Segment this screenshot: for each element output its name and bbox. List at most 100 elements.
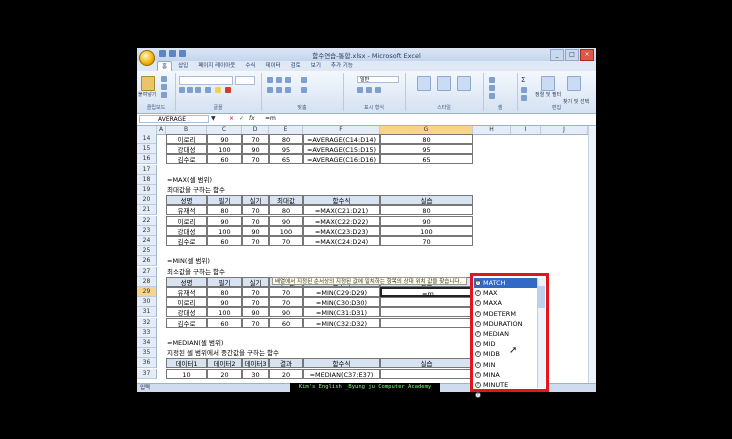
cell-E16[interactable]: 65 — [269, 154, 303, 165]
cell-B34[interactable]: =MEDIAN(셀 범위) — [166, 338, 366, 348]
cell-D16[interactable]: 70 — [242, 154, 269, 165]
cell-G29[interactable]: =m — [380, 287, 473, 298]
cell-C31[interactable]: 100 — [207, 307, 242, 318]
autocomplete-scrollbar[interactable] — [537, 278, 545, 388]
cell-D32[interactable]: 70 — [242, 317, 269, 328]
row-header-35[interactable]: 35 — [137, 348, 157, 359]
row-header-26[interactable]: 26 — [137, 256, 157, 267]
cell-E32[interactable]: 60 — [269, 317, 303, 328]
cell-G22[interactable]: 90 — [380, 215, 473, 226]
row-header-20[interactable]: 20 — [137, 195, 157, 206]
cell-G23[interactable]: 100 — [380, 225, 473, 236]
cell-F36[interactable]: 함수식 — [303, 358, 380, 369]
row-header-14[interactable]: 14 — [137, 134, 157, 144]
autocomplete-item[interactable]: f MDETERM — [474, 309, 540, 319]
bold-icon[interactable] — [179, 87, 185, 93]
cell-G21[interactable]: 80 — [380, 205, 473, 216]
cell-F21[interactable]: =MAX(C21:D21) — [303, 205, 380, 216]
column-header-A[interactable]: A — [157, 126, 166, 134]
conditional-format-icon[interactable] — [417, 76, 431, 91]
autocomplete-item[interactable]: f MIN — [474, 360, 540, 370]
column-header-J[interactable]: J — [541, 126, 588, 134]
font-size-select[interactable] — [235, 76, 255, 85]
row-header-25[interactable]: 25 — [137, 246, 157, 257]
merge-center-icon[interactable] — [301, 87, 307, 93]
cell-B14[interactable]: 이로리 — [166, 134, 207, 144]
cell-B36[interactable]: 데이터1 — [166, 358, 207, 369]
autocomplete-item[interactable]: f MDURATION — [474, 319, 540, 329]
cell-E15[interactable]: 95 — [269, 144, 303, 155]
autocomplete-item[interactable]: f MINVERSE — [474, 390, 540, 400]
comma-icon[interactable] — [375, 87, 381, 93]
cell-C36[interactable]: 데이터2 — [207, 358, 242, 369]
cell-G15[interactable]: 95 — [380, 144, 473, 155]
align-top-icon[interactable] — [267, 77, 273, 83]
cell-D15[interactable]: 90 — [242, 144, 269, 155]
cell-F31[interactable]: =MIN(C31:D31) — [303, 307, 380, 318]
copy-icon[interactable] — [161, 84, 167, 90]
cell-C16[interactable]: 60 — [207, 154, 242, 165]
row-header-29[interactable]: 29 — [137, 287, 157, 297]
border-icon[interactable] — [205, 87, 211, 93]
row-header-17[interactable]: 17 — [137, 164, 157, 175]
cell-D21[interactable]: 70 — [242, 205, 269, 216]
formula-input[interactable]: =m — [265, 115, 276, 123]
cancel-icon[interactable]: × — [229, 115, 234, 123]
row-header-32[interactable]: 32 — [137, 317, 157, 328]
cell-C28[interactable]: 필기 — [207, 276, 242, 287]
clear-icon[interactable] — [521, 95, 527, 101]
tab-6[interactable]: 보기 — [307, 61, 325, 71]
cell-F22[interactable]: =MAX(C22:D22) — [303, 215, 380, 226]
cell-B20[interactable]: 성명 — [166, 195, 207, 206]
cell-G20[interactable]: 실습 — [380, 195, 473, 206]
column-header-C[interactable]: C — [207, 126, 242, 134]
autocomplete-item[interactable]: f MAX — [474, 288, 540, 298]
vertical-scrollbar[interactable] — [588, 126, 596, 383]
cell-G31[interactable] — [380, 307, 473, 318]
cell-B18[interactable]: =MAX(셀 범위) — [166, 175, 366, 185]
cell-G16[interactable]: 65 — [380, 154, 473, 165]
cell-D37[interactable]: 30 — [242, 368, 269, 379]
cell-E20[interactable]: 최대값 — [269, 195, 303, 206]
font-color-icon[interactable] — [225, 87, 231, 93]
autocomplete-item[interactable]: f MINA — [474, 370, 540, 380]
row-header-22[interactable]: 22 — [137, 215, 157, 226]
fill-icon[interactable] — [521, 87, 527, 93]
cell-B32[interactable]: 김수로 — [166, 317, 207, 328]
cell-B31[interactable]: 강대성 — [166, 307, 207, 318]
cell-D30[interactable]: 70 — [242, 297, 269, 308]
cell-G36[interactable]: 실습 — [380, 358, 473, 369]
cell-G14[interactable]: 80 — [380, 134, 473, 144]
column-header-I[interactable]: I — [511, 126, 541, 134]
cell-D14[interactable]: 70 — [242, 134, 269, 144]
row-header-16[interactable]: 16 — [137, 154, 157, 165]
cell-B22[interactable]: 이로리 — [166, 215, 207, 226]
row-header-21[interactable]: 21 — [137, 205, 157, 216]
cell-C24[interactable]: 60 — [207, 236, 242, 246]
cell-C22[interactable]: 90 — [207, 215, 242, 226]
cell-B26[interactable]: =MIN(셀 범위) — [166, 256, 366, 266]
wrap-text-icon[interactable] — [301, 77, 307, 83]
cell-B35[interactable]: 지정된 셀 범위에서 중간값을 구하는 함수 — [166, 348, 366, 358]
cell-F14[interactable]: =AVERAGE(C14:D14) — [303, 134, 380, 144]
autocomplete-item[interactable]: f MEDIAN — [474, 329, 540, 339]
format-as-table-icon[interactable] — [437, 76, 451, 91]
cell-E14[interactable]: 80 — [269, 134, 303, 144]
tab-2[interactable]: 페이지 레이아웃 — [194, 61, 239, 71]
row-header-33[interactable]: 33 — [137, 327, 157, 338]
cell-B37[interactable]: 10 — [166, 368, 207, 379]
row-header-37[interactable]: 37 — [137, 368, 157, 379]
currency-icon[interactable] — [357, 87, 363, 93]
font-name-select[interactable] — [179, 76, 233, 85]
row-header-19[interactable]: 19 — [137, 185, 157, 195]
cell-F29[interactable]: =MIN(C29:D29) — [303, 287, 380, 297]
cell-C32[interactable]: 60 — [207, 317, 242, 328]
row-header-30[interactable]: 30 — [137, 297, 157, 308]
autocomplete-item[interactable]: f MID — [474, 339, 540, 349]
column-header-D[interactable]: D — [242, 126, 269, 134]
row-header-24[interactable]: 24 — [137, 236, 157, 246]
insert-cells-icon[interactable] — [489, 77, 495, 83]
cell-C30[interactable]: 90 — [207, 297, 242, 308]
tab-7[interactable]: 추가 기능 — [327, 61, 357, 71]
cell-F30[interactable]: =MIN(C30:D30) — [303, 297, 380, 308]
